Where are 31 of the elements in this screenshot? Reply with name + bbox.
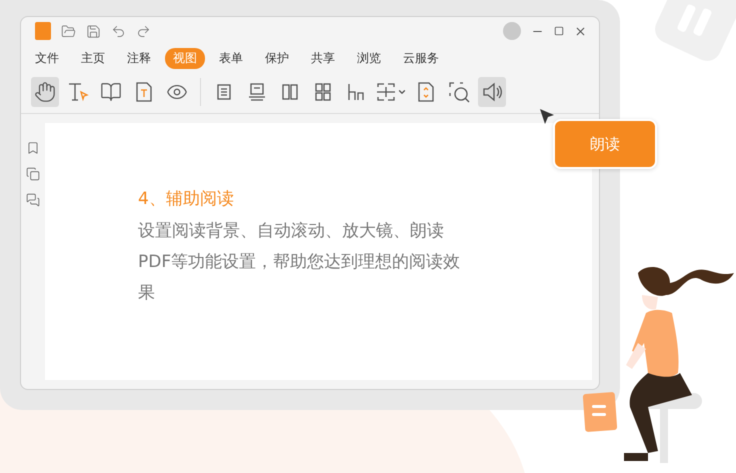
close-icon[interactable] bbox=[574, 24, 587, 38]
menu-tab[interactable]: 注释 bbox=[119, 48, 159, 68]
speaker-icon[interactable] bbox=[481, 81, 503, 103]
cursor-icon bbox=[539, 108, 555, 126]
menu-tab[interactable]: 浏览 bbox=[349, 48, 389, 68]
toolbar-button[interactable] bbox=[31, 77, 59, 107]
zoom-area-icon[interactable] bbox=[448, 81, 470, 103]
undo-icon[interactable] bbox=[111, 24, 126, 38]
menu-tab[interactable]: 云服务 bbox=[395, 48, 447, 68]
toolbar-button[interactable] bbox=[478, 77, 506, 107]
menu-tab[interactable]: 主页 bbox=[73, 48, 113, 68]
maximize-icon[interactable] bbox=[554, 26, 564, 36]
save-icon[interactable] bbox=[86, 24, 101, 38]
menu-tab[interactable]: 保护 bbox=[257, 48, 297, 68]
redo-icon[interactable] bbox=[136, 24, 151, 38]
menu-tab[interactable]: 表单 bbox=[211, 48, 251, 68]
section-heading: 4、辅助阅读 bbox=[138, 188, 235, 210]
book-icon[interactable] bbox=[100, 81, 122, 103]
hand-icon[interactable] bbox=[34, 81, 56, 103]
body-text: PDF等功能设置，帮助您达到理想的阅读效 bbox=[138, 251, 462, 274]
continuous-page-icon[interactable] bbox=[246, 81, 268, 103]
bookmark-icon[interactable] bbox=[26, 141, 40, 155]
menu-tab[interactable]: 共享 bbox=[303, 48, 343, 68]
pages-icon[interactable] bbox=[26, 167, 40, 181]
text-cursor-icon[interactable] bbox=[67, 81, 89, 103]
body-text: 设置阅读背景、自动滚动、放大镜、朗读 bbox=[138, 220, 445, 243]
body-text: 果 bbox=[138, 282, 156, 305]
comment-icon[interactable] bbox=[26, 193, 40, 207]
folder-icon[interactable] bbox=[61, 24, 76, 38]
menu-tab[interactable]: 文件 bbox=[27, 48, 67, 68]
tooltip: 朗读 bbox=[553, 119, 657, 169]
